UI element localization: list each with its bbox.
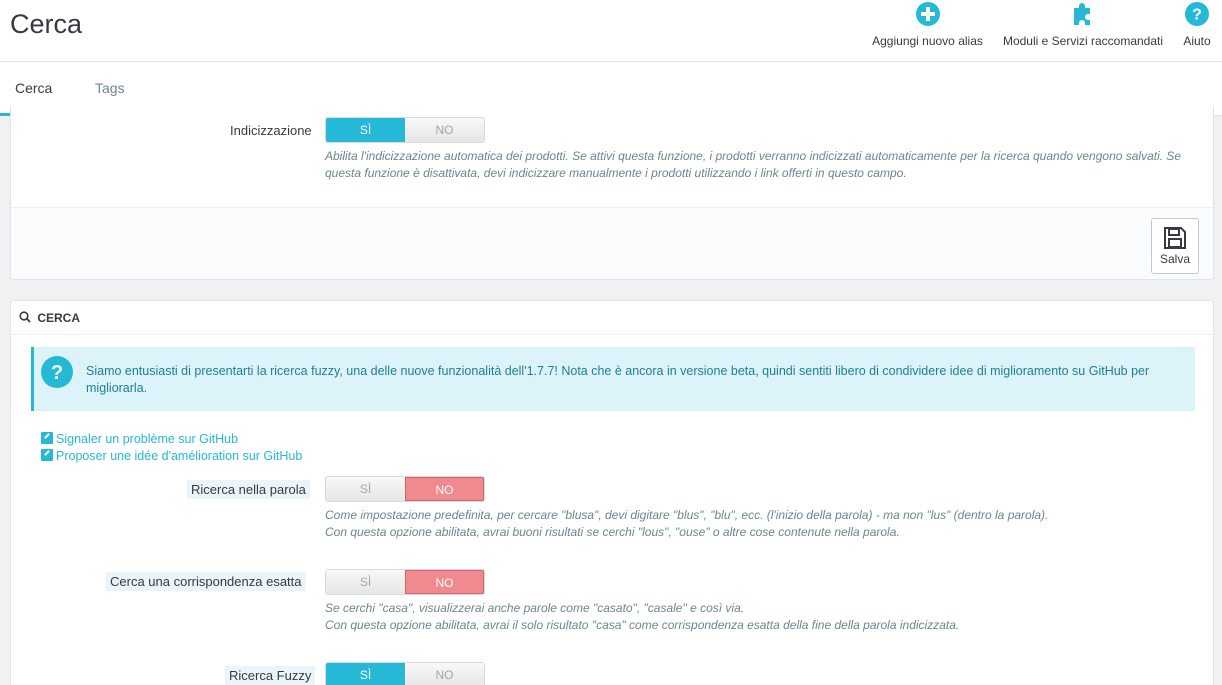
- puzzle-icon: [1074, 3, 1090, 25]
- exact-match-switch[interactable]: SÌ NO: [325, 569, 485, 595]
- exact-match-help-line2: Con questa opzione abilitata, avrai il s…: [325, 618, 960, 632]
- search-within-word-help-line1: Come impostazione predefinita, per cerca…: [325, 508, 1049, 522]
- search-panel-title: CERCA: [37, 311, 81, 325]
- search-panel: CERCA ? Siamo entusiasti di presentarti …: [10, 300, 1214, 685]
- page-title: Cerca: [10, 9, 83, 39]
- save-button[interactable]: Salva: [1151, 218, 1199, 274]
- indexing-no-option[interactable]: NO: [405, 118, 484, 142]
- github-idea-link[interactable]: Proposer une idée d'amélioration sur Git…: [41, 449, 302, 463]
- exact-match-yes-option[interactable]: SÌ: [326, 570, 405, 594]
- svg-text:?: ?: [51, 362, 63, 384]
- help-button[interactable]: ? Aiuto: [1178, 0, 1216, 62]
- panel-footer: Salva: [11, 207, 1213, 279]
- info-alert-text: Siamo entusiasti di presentarti la ricer…: [86, 364, 1150, 395]
- external-link-icon: [41, 449, 53, 461]
- search-within-word-help: Come impostazione predefinita, per cerca…: [325, 507, 1048, 541]
- exact-match-label: Cerca una corrispondenza esatta: [106, 572, 306, 591]
- github-issue-link[interactable]: Signaler un problème sur GitHub: [41, 432, 238, 446]
- search-within-word-switch[interactable]: SÌ NO: [325, 476, 485, 502]
- recommended-modules-label: Moduli e Servizi raccomandati: [1002, 34, 1164, 48]
- exact-match-help-line1: Se cerchi "casa", visualizzerai anche pa…: [325, 601, 745, 615]
- indexing-help-text: Abilita l'indicizzazione automatica dei …: [325, 149, 1182, 180]
- indexing-panel: Indicizzazione SÌ NO Abilita l'indicizza…: [10, 106, 1214, 280]
- fuzzy-search-switch[interactable]: SÌ NO: [325, 662, 485, 685]
- exact-match-no-option[interactable]: NO: [404, 570, 484, 594]
- recommended-modules-button[interactable]: Moduli e Servizi raccomandati: [998, 0, 1168, 62]
- indexing-yes-option[interactable]: SÌ: [326, 118, 405, 142]
- search-within-word-help-line2: Con questa opzione abilitata, avrai buon…: [325, 525, 900, 539]
- help-label: Aiuto: [1183, 34, 1211, 48]
- search-within-word-label: Ricerca nella parola: [187, 480, 310, 499]
- fuzzy-search-label: Ricerca Fuzzy: [225, 666, 316, 685]
- plus-circle-icon: [915, 2, 940, 26]
- exact-match-help: Se cerchi "casa", visualizzerai anche pa…: [325, 600, 959, 634]
- search-within-word-no-option[interactable]: NO: [404, 477, 484, 501]
- indexing-label: Indicizzazione: [230, 123, 312, 138]
- save-label: Salva: [1159, 252, 1191, 266]
- search-panel-heading: CERCA: [11, 301, 1213, 335]
- help-circle-icon: ?: [1185, 2, 1209, 26]
- question-circle-icon: ?: [41, 356, 73, 388]
- indexing-switch[interactable]: SÌ NO: [325, 117, 485, 143]
- github-issue-label: Signaler un problème sur GitHub: [56, 432, 239, 446]
- fuzzy-search-yes-option[interactable]: SÌ: [326, 663, 405, 685]
- fuzzy-search-no-option[interactable]: NO: [405, 663, 484, 685]
- github-idea-label: Proposer une idée d'amélioration sur Git…: [56, 449, 303, 463]
- search-within-word-yes-option[interactable]: SÌ: [326, 477, 405, 501]
- floppy-disk-icon: [1164, 227, 1186, 249]
- search-icon: [19, 311, 31, 323]
- add-alias-label: Aggiungi nuovo alias: [872, 34, 983, 48]
- add-alias-button[interactable]: Aggiungi nuovo alias: [869, 0, 986, 62]
- svg-text:?: ?: [1192, 7, 1202, 24]
- external-link-icon: [41, 432, 53, 444]
- page-header: Cerca Aggiungi nuovo alias Moduli e Serv…: [0, 0, 1222, 62]
- info-alert: ? Siamo entusiasti di presentarti la ric…: [31, 347, 1195, 411]
